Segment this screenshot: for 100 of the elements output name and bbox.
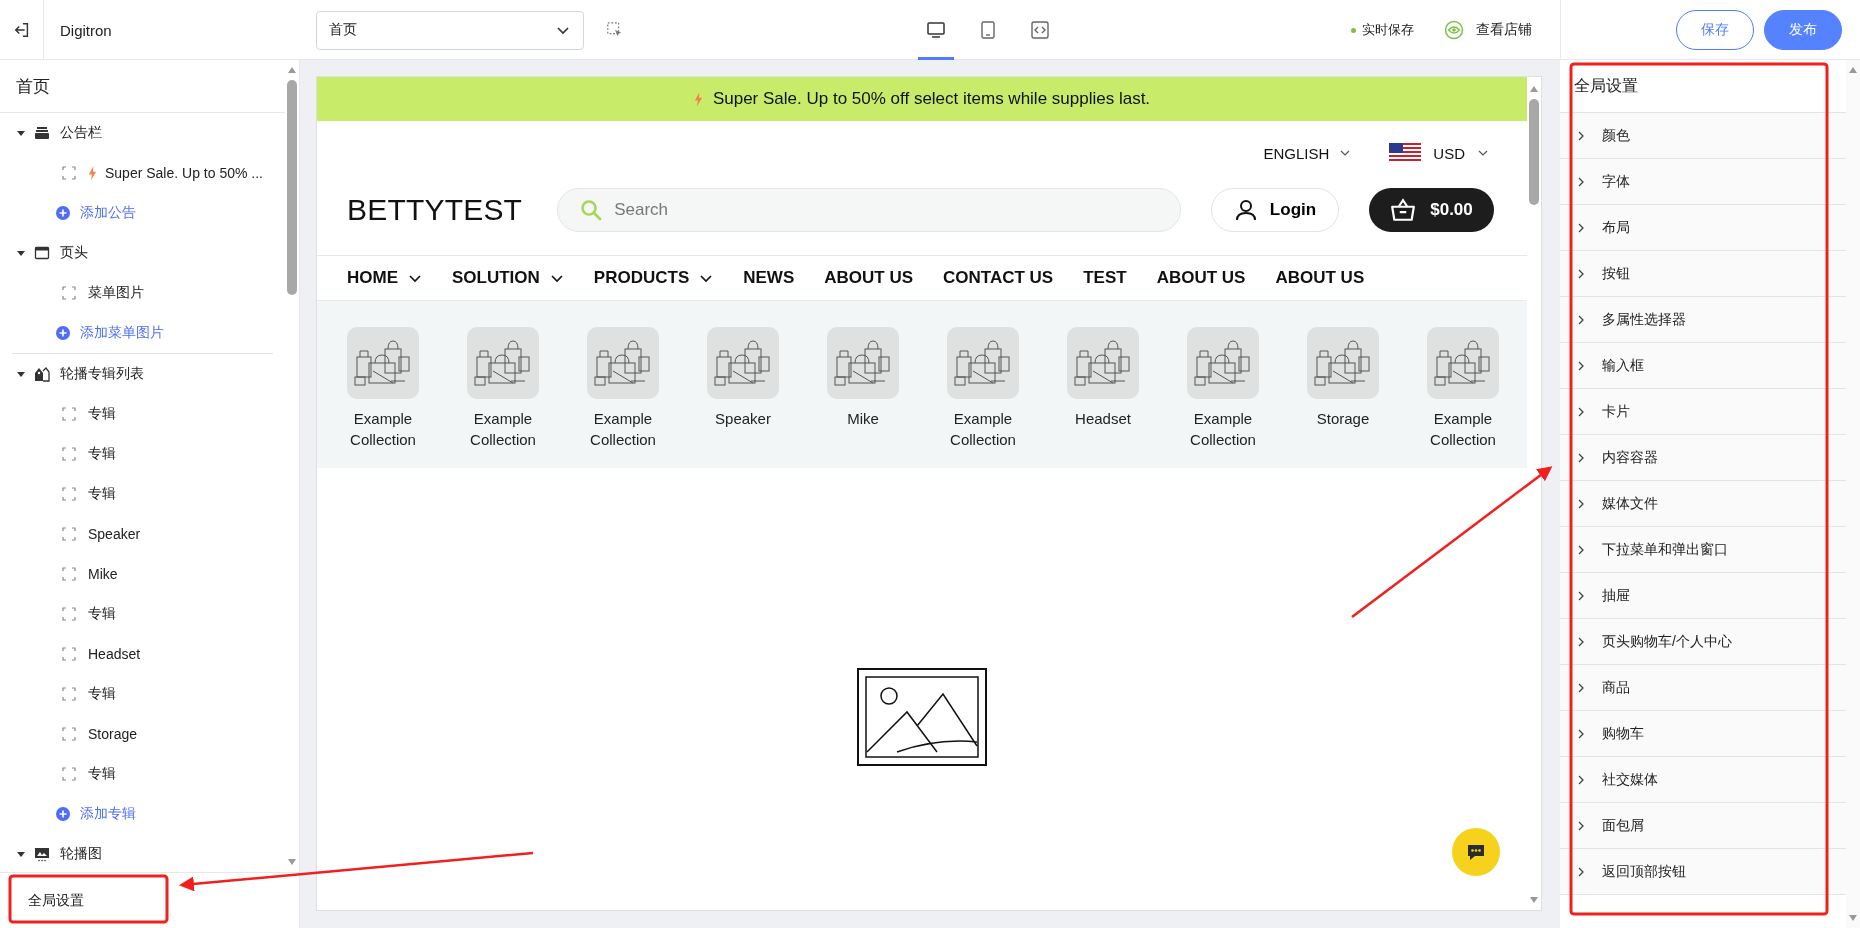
- scroll-down-arrow-icon[interactable]: [1848, 914, 1858, 922]
- block-item[interactable]: Super Sale. Up to 50% ...: [105, 165, 263, 181]
- store-logo: BETTYTEST: [347, 192, 523, 228]
- settings-item[interactable]: 多属性选择器: [1560, 297, 1846, 343]
- caret-icon[interactable]: [16, 849, 26, 859]
- scrollbar[interactable]: [1846, 60, 1860, 928]
- block-item[interactable]: Speaker: [88, 526, 141, 542]
- nav-link[interactable]: CONTACT US: [943, 268, 1054, 288]
- settings-item[interactable]: 社交媒体: [1560, 757, 1846, 803]
- app-name: Digitron: [60, 21, 112, 39]
- add-link[interactable]: 添加公告: [80, 204, 136, 222]
- view-store-link[interactable]: 查看店铺: [1476, 21, 1532, 39]
- collection-label[interactable]: Example Collection: [333, 408, 433, 450]
- collection-label[interactable]: Storage: [1293, 408, 1393, 429]
- code-icon: [1029, 20, 1050, 40]
- collection-label[interactable]: Example Collection: [1173, 408, 1273, 450]
- scrollbar-thumb[interactable]: [287, 80, 297, 295]
- block-item[interactable]: 专辑: [88, 405, 116, 423]
- section-item[interactable]: 轮播图: [60, 845, 102, 863]
- add-link[interactable]: 添加菜单图片: [80, 324, 164, 342]
- scroll-up-arrow-icon[interactable]: [1848, 66, 1858, 74]
- image-icon: [34, 846, 50, 862]
- nav-link[interactable]: ABOUT US: [1156, 268, 1246, 288]
- nav-link[interactable]: SOLUTION: [452, 268, 564, 288]
- plus-circle-icon: [56, 807, 70, 821]
- settings-item[interactable]: 卡片: [1560, 389, 1846, 435]
- nav-link[interactable]: NEWS: [743, 268, 795, 288]
- settings-item[interactable]: 输入框: [1560, 343, 1846, 389]
- collection-label[interactable]: Example Collection: [573, 408, 673, 450]
- block-item[interactable]: 专辑: [88, 605, 116, 623]
- currency-select[interactable]: USD: [1389, 143, 1489, 163]
- bags-icon[interactable]: [707, 327, 779, 399]
- collection-label[interactable]: Headset: [1053, 408, 1153, 429]
- nav-link[interactable]: TEST: [1083, 268, 1127, 288]
- block-item[interactable]: Storage: [88, 726, 138, 742]
- settings-item[interactable]: 颜色: [1560, 113, 1846, 159]
- section-item[interactable]: 轮播专辑列表: [60, 365, 144, 383]
- lightning-icon: [693, 91, 703, 107]
- settings-item[interactable]: 商品: [1560, 665, 1846, 711]
- nav-link[interactable]: ABOUT US: [1275, 268, 1365, 288]
- collection-label[interactable]: Example Collection: [1413, 408, 1513, 450]
- block-item[interactable]: 专辑: [88, 485, 116, 503]
- settings-item[interactable]: 页头购物车/个人中心: [1560, 619, 1846, 665]
- select-area-icon[interactable]: [606, 21, 624, 39]
- settings-item[interactable]: 抽屉: [1560, 573, 1846, 619]
- collection-label[interactable]: Mike: [813, 408, 913, 429]
- settings-item[interactable]: 内容容器: [1560, 435, 1846, 481]
- cart-button[interactable]: $0.00: [1369, 188, 1494, 232]
- bags-icon[interactable]: [1427, 327, 1499, 399]
- block-item[interactable]: Headset: [88, 646, 141, 662]
- nav-link[interactable]: HOME: [347, 268, 422, 288]
- settings-item[interactable]: 返回顶部按钮: [1560, 849, 1846, 895]
- bags-icon[interactable]: [1187, 327, 1259, 399]
- bags-icon[interactable]: [347, 327, 419, 399]
- block-item[interactable]: 专辑: [88, 445, 116, 463]
- caret-icon[interactable]: [16, 128, 26, 138]
- settings-item[interactable]: 媒体文件: [1560, 481, 1846, 527]
- scroll-up-arrow-icon[interactable]: [287, 66, 297, 74]
- language-select[interactable]: ENGLISH: [1263, 144, 1352, 162]
- nav-link[interactable]: ABOUT US: [824, 268, 914, 288]
- eye-icon[interactable]: [1444, 20, 1464, 40]
- collection-label[interactable]: Speaker: [693, 408, 793, 429]
- block-item[interactable]: 专辑: [88, 765, 116, 783]
- bags-icon[interactable]: [947, 327, 1019, 399]
- settings-item[interactable]: 购物车: [1560, 711, 1846, 757]
- collection-label[interactable]: Example Collection: [933, 408, 1033, 450]
- save-button[interactable]: 保存: [1676, 10, 1754, 50]
- add-link[interactable]: 添加专辑: [80, 805, 136, 823]
- bags-icon[interactable]: [827, 327, 899, 399]
- caret-icon[interactable]: [16, 248, 26, 258]
- collection-label[interactable]: Example Collection: [453, 408, 553, 450]
- settings-item[interactable]: 按钮: [1560, 251, 1846, 297]
- nav-link[interactable]: PRODUCTS: [593, 268, 714, 288]
- block-item[interactable]: 菜单图片: [88, 284, 144, 302]
- announcement-text: Super Sale. Up to 50% off select items while supplies last.: [712, 89, 1151, 109]
- block-item[interactable]: 专辑: [88, 685, 116, 703]
- bags-icon[interactable]: [1067, 327, 1139, 399]
- flag-icon: [1389, 143, 1422, 163]
- bags-icon[interactable]: [1307, 327, 1379, 399]
- block-item[interactable]: Mike: [88, 566, 118, 582]
- settings-item[interactable]: 面包屑: [1560, 803, 1846, 849]
- window-icon: [34, 245, 50, 261]
- scroll-up-arrow-icon[interactable]: [1529, 85, 1539, 93]
- page-select[interactable]: 首页: [316, 10, 584, 50]
- caret-icon[interactable]: [16, 369, 26, 379]
- settings-item[interactable]: 下拉菜单和弹出窗口: [1560, 527, 1846, 573]
- settings-item[interactable]: 布局: [1560, 205, 1846, 251]
- scroll-down-arrow-icon[interactable]: [1529, 896, 1539, 904]
- settings-item[interactable]: 字体: [1560, 159, 1846, 205]
- login-button[interactable]: Login: [1211, 188, 1339, 232]
- bags-icon[interactable]: [587, 327, 659, 399]
- scroll-down-arrow-icon[interactable]: [287, 858, 297, 866]
- tags-icon: [34, 366, 50, 382]
- section-item[interactable]: 公告栏: [60, 124, 102, 142]
- chat-button[interactable]: [1452, 828, 1500, 876]
- bags-icon[interactable]: [467, 327, 539, 399]
- section-item[interactable]: 页头: [60, 244, 88, 262]
- global-settings-item[interactable]: 全局设置: [0, 872, 299, 928]
- search-field[interactable]: Search: [557, 188, 1181, 232]
- scrollbar-thumb[interactable]: [1529, 99, 1539, 205]
